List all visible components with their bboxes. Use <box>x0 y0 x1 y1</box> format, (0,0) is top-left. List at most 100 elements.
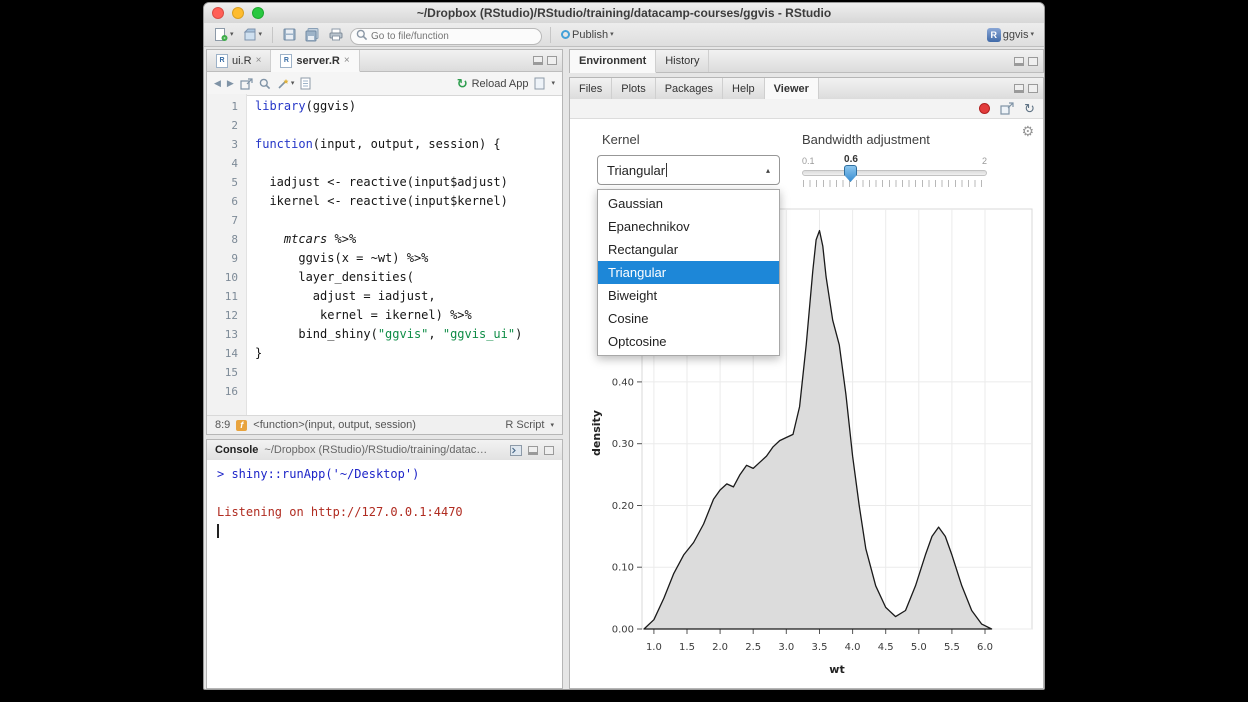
slider-track[interactable] <box>802 170 987 176</box>
maximize-pane-button[interactable] <box>544 446 554 455</box>
code-editor[interactable]: 12345678910111213141516 library(ggvis) f… <box>207 94 562 416</box>
code-line: adjust = iadjust, <box>255 287 522 306</box>
line-number: 1 <box>207 97 238 116</box>
svg-text:0.30: 0.30 <box>612 439 634 450</box>
kernel-option[interactable]: Cosine <box>598 307 779 330</box>
popout-editor-icon[interactable] <box>240 78 253 90</box>
close-tab-icon[interactable]: × <box>344 55 350 66</box>
maximize-pane-button[interactable] <box>1028 57 1038 66</box>
code-lines: library(ggvis) function(input, output, s… <box>247 94 522 416</box>
console-title[interactable]: Console <box>215 444 258 456</box>
code-line <box>255 363 522 382</box>
save-all-button[interactable] <box>303 27 322 43</box>
slider-max-label: 2 <box>982 156 987 166</box>
print-button[interactable] <box>327 27 345 42</box>
tab-help[interactable]: Help <box>723 78 765 99</box>
save-button[interactable] <box>281 27 298 42</box>
svg-text:0.40: 0.40 <box>612 377 634 388</box>
svg-text:2.0: 2.0 <box>712 642 728 653</box>
kernel-option[interactable]: Biweight <box>598 284 779 307</box>
line-number: 13 <box>207 325 238 344</box>
svg-text:4.5: 4.5 <box>878 642 894 653</box>
scope-breadcrumb[interactable]: <function>(input, output, session) <box>253 419 416 431</box>
refresh-viewer-icon[interactable]: ↻ <box>1024 102 1035 115</box>
stop-app-button[interactable] <box>979 103 990 114</box>
main-toolbar: ▾ ▾ Publish ▾ <box>204 23 1044 47</box>
publish-label: Publish <box>572 29 608 41</box>
line-number: 3 <box>207 135 238 154</box>
goto-file-input[interactable] <box>350 28 542 45</box>
line-number: 14 <box>207 344 238 363</box>
back-icon[interactable]: ◀ <box>214 78 221 89</box>
kernel-option[interactable]: Triangular <box>598 261 779 284</box>
file-type-label[interactable]: R Script <box>505 419 544 431</box>
rstudio-window: ~/Dropbox (RStudio)/RStudio/training/dat… <box>203 2 1045 690</box>
editor-toolbar: ◀ ▶ ▾ ↻ Reload App ▾ <box>207 72 562 96</box>
tab-history[interactable]: History <box>656 50 709 72</box>
svg-text:6.0: 6.0 <box>977 642 993 653</box>
svg-text:1.5: 1.5 <box>679 642 695 653</box>
code-line: mtcars %>% <box>255 230 522 249</box>
line-number: 5 <box>207 173 238 192</box>
svg-text:4.0: 4.0 <box>845 642 861 653</box>
publish-button[interactable]: Publish ▾ <box>559 28 616 42</box>
caret-down-icon[interactable]: ▾ <box>550 422 554 429</box>
tab-files[interactable]: Files <box>570 78 612 99</box>
minimize-pane-button[interactable] <box>1014 57 1024 66</box>
tab-label: Files <box>579 83 602 95</box>
svg-text:3.5: 3.5 <box>812 642 828 653</box>
tab-viewer[interactable]: Viewer <box>765 78 819 100</box>
bandwidth-slider[interactable]: 0.1 0.6 2 <box>802 153 987 195</box>
kernel-option[interactable]: Gaussian <box>598 192 779 215</box>
screen: ~/Dropbox (RStudio)/RStudio/training/dat… <box>0 0 1248 702</box>
kernel-option[interactable]: Optcosine <box>598 330 779 353</box>
save-icon <box>283 28 296 41</box>
new-project-button[interactable]: ▾ <box>241 27 265 43</box>
open-in-new-window-icon[interactable] <box>1000 102 1014 115</box>
kernel-option[interactable]: Rectangular <box>598 238 779 261</box>
slider-value-label: 0.6 <box>839 154 863 165</box>
goto-file-search[interactable] <box>350 26 542 43</box>
tab-packages[interactable]: Packages <box>656 78 723 99</box>
kernel-select[interactable]: Triangular ▴ <box>597 155 780 185</box>
find-icon[interactable] <box>259 78 271 90</box>
text-cursor <box>666 163 667 177</box>
tab-environment[interactable]: Environment <box>570 50 656 73</box>
new-file-icon <box>214 27 228 42</box>
kernel-dropdown: GaussianEpanechnikovRectangularTriangula… <box>597 189 780 356</box>
minimize-pane-button[interactable] <box>533 56 543 65</box>
source-options-icon[interactable] <box>534 77 545 90</box>
minimize-pane-button[interactable] <box>528 446 538 455</box>
code-line: bind_shiny("ggvis", "ggvis_ui") <box>255 325 522 344</box>
compile-report-icon[interactable] <box>300 77 311 90</box>
caret-down-icon: ▾ <box>1030 31 1034 38</box>
caret-down-icon[interactable]: ▾ <box>551 80 555 87</box>
minimize-pane-button[interactable] <box>1014 84 1024 93</box>
gear-icon[interactable]: ⚙ <box>1021 123 1034 140</box>
publish-icon <box>561 30 570 39</box>
new-file-button[interactable]: ▾ <box>212 26 236 43</box>
source-tabstrip: R ui.R × R server.R × <box>207 50 562 72</box>
r-project-icon: R <box>987 28 1001 42</box>
forward-icon[interactable]: ▶ <box>227 78 234 89</box>
kernel-option[interactable]: Epanechnikov <box>598 215 779 238</box>
project-menu-button[interactable]: R ggvis ▾ <box>985 27 1036 43</box>
console-body[interactable]: > shiny::runApp('~/Desktop') Listening o… <box>207 460 562 688</box>
tab-server-r[interactable]: R server.R × <box>271 50 359 72</box>
code-line: ikernel <- reactive(input$kernel) <box>255 192 522 211</box>
tab-label: ui.R <box>232 55 252 67</box>
console-header: Console ~/Dropbox (RStudio)/RStudio/trai… <box>207 440 562 461</box>
tab-plots[interactable]: Plots <box>612 78 655 99</box>
code-line <box>255 382 522 401</box>
tab-ui-r[interactable]: R ui.R × <box>207 50 271 71</box>
tab-label: Help <box>732 83 755 95</box>
close-tab-icon[interactable]: × <box>256 55 262 66</box>
reload-icon: ↻ <box>457 76 468 92</box>
maximize-pane-button[interactable] <box>1028 84 1038 93</box>
code-tools-button[interactable]: ▾ <box>277 78 295 90</box>
environment-pane: Environment History <box>569 49 1044 73</box>
reload-app-button[interactable]: ↻ Reload App <box>457 76 529 92</box>
maximize-pane-button[interactable] <box>547 56 557 65</box>
magic-wand-icon <box>277 78 289 90</box>
code-line <box>255 211 522 230</box>
